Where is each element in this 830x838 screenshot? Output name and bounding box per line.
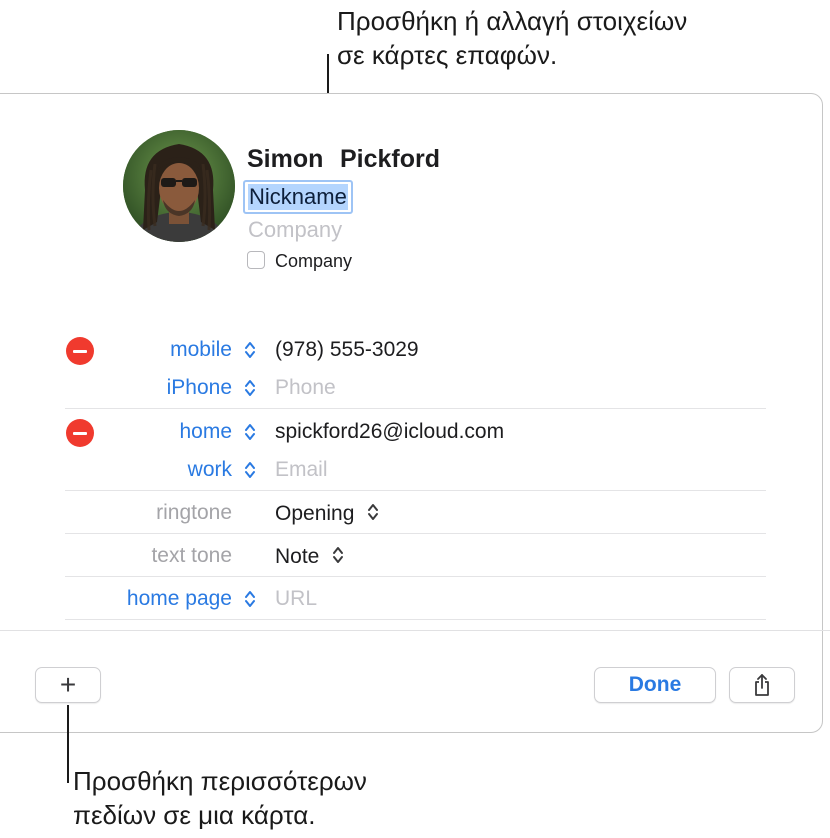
done-button-label: Done xyxy=(628,673,682,696)
first-name-field[interactable]: Simon xyxy=(247,145,323,174)
email-label-stepper-icon[interactable] xyxy=(243,421,257,443)
divider xyxy=(65,576,766,577)
email-label-work[interactable]: work xyxy=(188,458,232,482)
company-field[interactable]: Company xyxy=(248,217,342,243)
avatar[interactable] xyxy=(123,130,235,242)
text-tone-value: Note xyxy=(275,545,320,568)
add-field-button[interactable]: + xyxy=(35,667,101,703)
phone-field-empty[interactable]: Phone xyxy=(275,376,336,400)
text-tone-popup[interactable]: Note xyxy=(275,544,345,569)
ringtone-label: ringtone xyxy=(156,501,232,524)
email-field-empty[interactable]: Email xyxy=(275,458,328,482)
ringtone-value: Opening xyxy=(275,502,355,525)
last-name-field[interactable]: Pickford xyxy=(340,145,440,174)
done-button[interactable]: Done xyxy=(594,667,716,703)
share-button[interactable] xyxy=(729,667,795,703)
delete-phone-button[interactable] xyxy=(66,337,94,365)
delete-email-button[interactable] xyxy=(66,419,94,447)
phone-label-iphone[interactable]: iPhone xyxy=(167,376,232,400)
callout-bottom-line-2: πεδίων σε μια κάρτα. xyxy=(73,800,316,830)
callout-top-line-2: σε κάρτες επαφών. xyxy=(337,40,558,70)
nickname-field[interactable]: Nickname xyxy=(243,180,353,214)
callout-bottom-leader xyxy=(67,705,69,783)
url-field-empty[interactable]: URL xyxy=(275,587,317,611)
footer-divider xyxy=(0,630,830,631)
company-checkbox-label: Company xyxy=(275,251,353,271)
ringtone-stepper-icon xyxy=(368,504,379,520)
phone-value[interactable]: (978) 555-3029 xyxy=(275,338,419,362)
text-tone-label: text tone xyxy=(151,544,232,567)
url-label-stepper-icon[interactable] xyxy=(243,588,257,610)
text-tone-stepper-icon xyxy=(333,547,344,563)
divider xyxy=(65,619,766,620)
divider xyxy=(65,408,766,409)
work-label-stepper-icon[interactable] xyxy=(243,459,257,481)
avatar-photo xyxy=(123,130,235,242)
company-checkbox[interactable] xyxy=(247,251,265,269)
email-value[interactable]: spickford26@icloud.com xyxy=(275,420,504,444)
callout-add-fields: Προσθήκη περισσότερων πεδίων σε μια κάρτ… xyxy=(73,764,367,832)
url-label-home-page[interactable]: home page xyxy=(127,587,232,611)
share-icon xyxy=(755,674,769,696)
divider xyxy=(65,490,766,491)
divider xyxy=(65,533,766,534)
nickname-selected-text: Nickname xyxy=(248,184,348,210)
callout-bottom-line-1: Προσθήκη περισσότερων xyxy=(73,766,367,796)
add-field-button-label: + xyxy=(59,669,77,700)
phone-label-mobile[interactable]: mobile xyxy=(170,338,232,362)
callout-edit-card: Προσθήκη ή αλλαγή στοιχείων σε κάρτες επ… xyxy=(337,4,687,72)
ringtone-popup[interactable]: Opening xyxy=(275,501,380,526)
email-label-home[interactable]: home xyxy=(179,420,232,444)
iphone-label-stepper-icon[interactable] xyxy=(243,377,257,399)
callout-top-line-1: Προσθήκη ή αλλαγή στοιχείων xyxy=(337,6,688,36)
phone-label-stepper-icon[interactable] xyxy=(243,339,257,361)
